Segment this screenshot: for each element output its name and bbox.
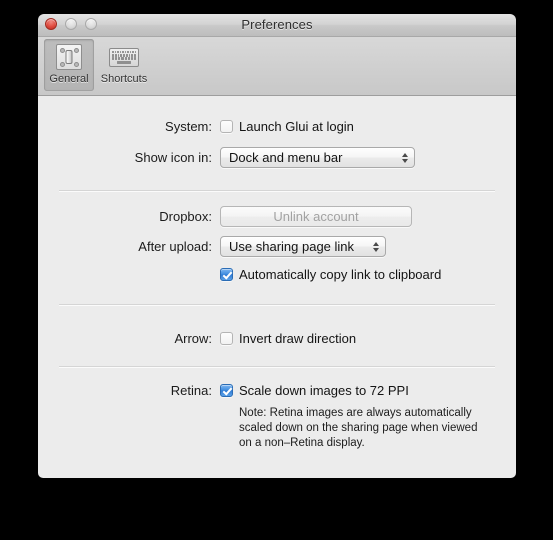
toolbar-item-shortcuts-label: Shortcuts: [100, 73, 148, 85]
preferences-content: System: Launch Glui at login Show icon i…: [38, 96, 516, 478]
retina-note: Note: Retina images are always automatic…: [239, 406, 509, 451]
after-upload-label: After upload:: [138, 239, 212, 254]
launch-at-login-checkbox-box[interactable]: [220, 120, 233, 133]
retina-note-line-3: on a non–Retina display.: [239, 437, 365, 449]
toolbar-item-shortcuts[interactable]: Shortcuts: [99, 39, 149, 91]
row-dropbox: Dropbox: Unlink account: [110, 206, 412, 227]
dropbox-label: Dropbox:: [159, 209, 212, 224]
row-after-upload: After upload: Use sharing page link: [110, 236, 386, 257]
unlink-account-button[interactable]: Unlink account: [220, 206, 412, 227]
after-upload-popup[interactable]: Use sharing page link: [220, 236, 386, 257]
chevron-updown-icon: [402, 152, 408, 163]
invert-draw-direction-label: Invert draw direction: [239, 331, 357, 346]
window-titlebar[interactable]: Preferences: [38, 14, 516, 37]
auto-copy-label: Automatically copy link to clipboard: [239, 267, 442, 282]
unlink-account-button-label: Unlink account: [273, 209, 359, 224]
auto-copy-checkbox-box[interactable]: [220, 268, 233, 281]
toolbar-item-general-label: General: [49, 73, 89, 85]
keyboard-icon: [109, 42, 139, 72]
separator-3: [59, 366, 495, 368]
row-auto-copy: Automatically copy link to clipboard: [220, 267, 441, 282]
show-icon-in-label: Show icon in:: [134, 150, 212, 165]
invert-draw-direction-checkbox[interactable]: Invert draw direction: [220, 331, 356, 346]
preferences-window: Preferences General Shortcuts System: La…: [38, 14, 516, 478]
auto-copy-checkbox[interactable]: Automatically copy link to clipboard: [220, 267, 441, 282]
retina-note-line-1: Note: Retina images are always automatic…: [239, 407, 472, 419]
show-icon-in-value: Dock and menu bar: [229, 150, 343, 165]
show-icon-in-popup[interactable]: Dock and menu bar: [220, 147, 415, 168]
row-retina: Retina: Scale down images to 72 PPI: [110, 383, 409, 398]
launch-at-login-checkbox[interactable]: Launch Glui at login: [220, 119, 354, 134]
retina-label: Retina:: [170, 383, 212, 398]
toolbar-item-general[interactable]: General: [44, 39, 94, 91]
light-switch-icon: [56, 42, 82, 72]
preferences-toolbar: General Shortcuts: [38, 37, 516, 96]
scale-down-checkbox-box[interactable]: [220, 384, 233, 397]
row-show-icon-in: Show icon in: Dock and menu bar: [110, 147, 415, 168]
arrow-label: Arrow:: [174, 331, 212, 346]
window-title: Preferences: [241, 17, 313, 32]
separator-1: [59, 190, 495, 192]
retina-note-line-2: scaled down on the sharing page when vie…: [239, 422, 478, 434]
scale-down-label: Scale down images to 72 PPI: [239, 383, 409, 398]
chevron-updown-icon-2: [373, 241, 379, 252]
launch-at-login-label: Launch Glui at login: [239, 119, 354, 134]
separator-2: [59, 304, 495, 306]
system-label: System:: [165, 119, 212, 134]
row-system: System: Launch Glui at login: [110, 119, 354, 134]
row-arrow: Arrow: Invert draw direction: [110, 331, 356, 346]
scale-down-checkbox[interactable]: Scale down images to 72 PPI: [220, 383, 409, 398]
invert-draw-direction-checkbox-box[interactable]: [220, 332, 233, 345]
after-upload-value: Use sharing page link: [229, 239, 355, 254]
